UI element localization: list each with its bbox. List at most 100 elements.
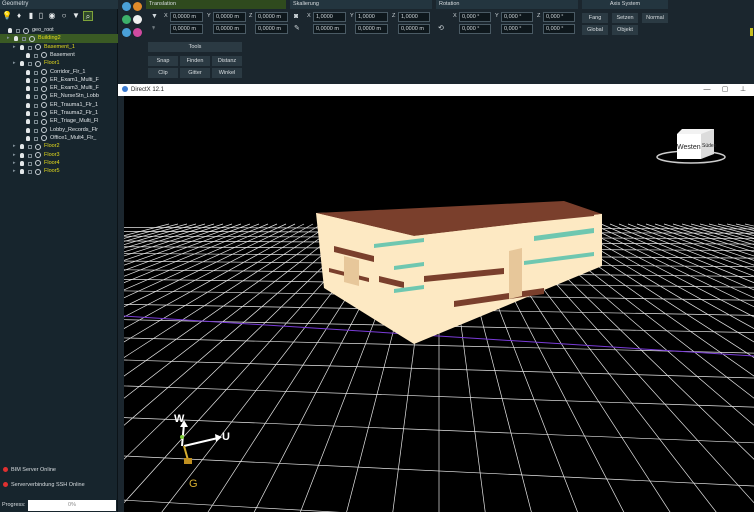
- visibility-bulb-icon[interactable]: [26, 127, 30, 133]
- select-circle-icon[interactable]: [35, 60, 41, 67]
- visibility-bulb-icon[interactable]: [26, 94, 30, 100]
- lock-icon[interactable]: [34, 136, 38, 141]
- visibility-bulb-icon[interactable]: [26, 135, 30, 141]
- delete-icon[interactable]: ▼: [71, 11, 81, 21]
- rotation-z-field[interactable]: 0,000 °: [543, 12, 575, 22]
- deselect-icon[interactable]: ○: [59, 11, 69, 21]
- select-circle-icon[interactable]: [29, 35, 35, 42]
- globe-icon[interactable]: [122, 2, 131, 11]
- visibility-bulb-icon[interactable]: [20, 44, 24, 50]
- visibility-bulb-icon[interactable]: [20, 160, 24, 166]
- setzen-button[interactable]: Setzen: [612, 13, 638, 23]
- translation-x2-field[interactable]: 0,0000 m: [170, 24, 203, 34]
- shield-icon[interactable]: [122, 28, 131, 37]
- visibility-bulb-icon[interactable]: [26, 86, 30, 92]
- select-circle-icon[interactable]: [41, 93, 47, 100]
- select-circle-icon[interactable]: [41, 110, 47, 117]
- global-button[interactable]: Global: [582, 25, 608, 35]
- lock-icon[interactable]: [28, 45, 32, 50]
- sun-icon[interactable]: [133, 2, 142, 11]
- lock-icon[interactable]: [34, 70, 38, 75]
- search-icon[interactable]: ⌕: [83, 11, 93, 21]
- rotation-y2-field[interactable]: 0,000 °: [501, 24, 533, 34]
- translation-y2-field[interactable]: 0,0000 m: [213, 24, 246, 34]
- translation-z2-field[interactable]: 0,0000 m: [255, 24, 288, 34]
- bulb-off-icon[interactable]: ♦: [14, 11, 24, 21]
- lock-icon[interactable]: [34, 95, 38, 100]
- expand-arrow-icon[interactable]: ▸: [13, 167, 16, 176]
- scale-y2-field[interactable]: 0,0000 m: [355, 24, 388, 34]
- rotation-x2-field[interactable]: 0,000 °: [459, 24, 491, 34]
- distanz-button[interactable]: Distanz: [212, 56, 242, 66]
- tree-item[interactable]: ▸ Floor5: [0, 167, 118, 176]
- normal-button[interactable]: Normal: [642, 13, 668, 23]
- select-circle-icon[interactable]: [23, 27, 29, 34]
- visibility-bulb-icon[interactable]: [26, 119, 30, 125]
- select-circle-icon[interactable]: [41, 85, 47, 92]
- select-all-icon[interactable]: ◉: [47, 11, 57, 21]
- unlock-icon[interactable]: ▯: [36, 11, 46, 21]
- network-icon[interactable]: [133, 28, 142, 37]
- visibility-bulb-icon[interactable]: [26, 111, 30, 116]
- winkel-button[interactable]: Winkel: [212, 68, 242, 78]
- scale-z2-field[interactable]: 0,0000 m: [398, 24, 430, 34]
- gitter-button[interactable]: Gitter: [180, 68, 210, 78]
- objekt-button[interactable]: Objekt: [612, 25, 638, 35]
- rotation-y-field[interactable]: 0,000 °: [501, 12, 533, 22]
- eye-icon[interactable]: [122, 15, 131, 24]
- rotation-z2-field[interactable]: 0,000 °: [543, 24, 575, 34]
- pin-window-icon[interactable]: ⊥: [736, 84, 750, 96]
- lock-icon[interactable]: [34, 53, 38, 58]
- translation-y-field[interactable]: 0,0000 m: [213, 12, 246, 22]
- select-circle-icon[interactable]: [35, 152, 41, 158]
- lock-icon[interactable]: [34, 103, 38, 108]
- select-circle-icon[interactable]: [41, 127, 47, 134]
- navigation-cube[interactable]: Westen Süden: [656, 129, 726, 164]
- translation-z-field[interactable]: 0,0000 m: [255, 12, 288, 22]
- select-circle-icon[interactable]: [41, 77, 47, 84]
- visibility-bulb-icon[interactable]: [26, 69, 30, 75]
- lock-icon[interactable]: [34, 78, 38, 83]
- visibility-bulb-icon[interactable]: [20, 61, 24, 67]
- snap-button[interactable]: Snap: [148, 56, 178, 66]
- visibility-bulb-icon[interactable]: [20, 169, 24, 175]
- lock-icon[interactable]: [28, 153, 32, 158]
- clip-button[interactable]: Clip: [148, 68, 178, 78]
- scale-x-field[interactable]: 1,0000: [313, 12, 346, 22]
- select-circle-icon[interactable]: [35, 160, 41, 167]
- minimize-icon[interactable]: —: [700, 84, 714, 96]
- visibility-bulb-icon[interactable]: [20, 152, 24, 158]
- visibility-bulb-icon[interactable]: [14, 36, 18, 42]
- select-circle-icon[interactable]: [35, 168, 41, 175]
- scale-x2-field[interactable]: 0,0000 m: [313, 24, 346, 34]
- lock-icon[interactable]: ▮: [26, 11, 36, 21]
- select-circle-icon[interactable]: [41, 69, 47, 75]
- select-circle-icon[interactable]: [41, 135, 47, 142]
- finden-button[interactable]: Finden: [180, 56, 210, 66]
- lock-icon[interactable]: [16, 29, 20, 33]
- visibility-bulb-icon[interactable]: [8, 28, 12, 33]
- lock-icon[interactable]: [34, 112, 38, 116]
- lock-icon[interactable]: [28, 170, 32, 175]
- select-circle-icon[interactable]: [41, 118, 47, 125]
- lock-icon[interactable]: [34, 128, 38, 133]
- lock-icon[interactable]: [28, 145, 32, 150]
- select-circle-icon[interactable]: [35, 44, 41, 51]
- lock-icon[interactable]: [34, 120, 38, 125]
- select-circle-icon[interactable]: [35, 143, 41, 150]
- lock-icon[interactable]: [34, 87, 38, 92]
- lock-icon[interactable]: [28, 161, 32, 166]
- visibility-bulb-icon[interactable]: [26, 52, 30, 58]
- visibility-bulb-icon[interactable]: [20, 144, 24, 150]
- lock-icon[interactable]: [28, 62, 32, 67]
- scroll-handle[interactable]: [750, 28, 753, 36]
- rotation-x-field[interactable]: 0,000 °: [459, 12, 491, 22]
- translation-x-field[interactable]: 0,0000 m: [170, 12, 203, 22]
- person-icon[interactable]: [133, 15, 142, 24]
- scale-z-field[interactable]: 1,0000: [398, 12, 430, 22]
- visibility-bulb-icon[interactable]: [26, 102, 30, 108]
- 3d-viewport[interactable]: Westen Süden W U G: [124, 96, 754, 512]
- visibility-bulb-icon[interactable]: [26, 77, 30, 83]
- select-circle-icon[interactable]: [41, 52, 47, 59]
- fang-button[interactable]: Fang: [582, 13, 608, 23]
